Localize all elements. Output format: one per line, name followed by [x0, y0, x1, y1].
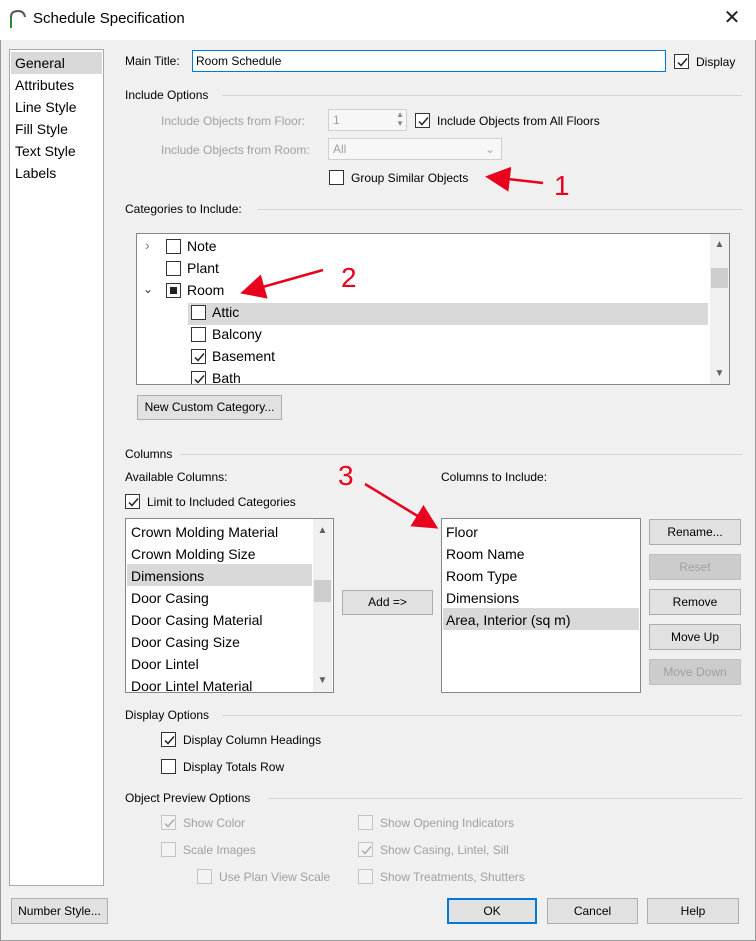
annotation-number-1: 1 — [554, 170, 570, 201]
annotation-arrows — [240, 166, 544, 529]
annotation-arrow-1 — [485, 166, 544, 192]
annotation-number-2: 2 — [341, 262, 357, 293]
annotation-arrow-3 — [364, 482, 439, 529]
annotation-arrow-2 — [240, 268, 324, 299]
annotation-number-3: 3 — [338, 460, 354, 491]
